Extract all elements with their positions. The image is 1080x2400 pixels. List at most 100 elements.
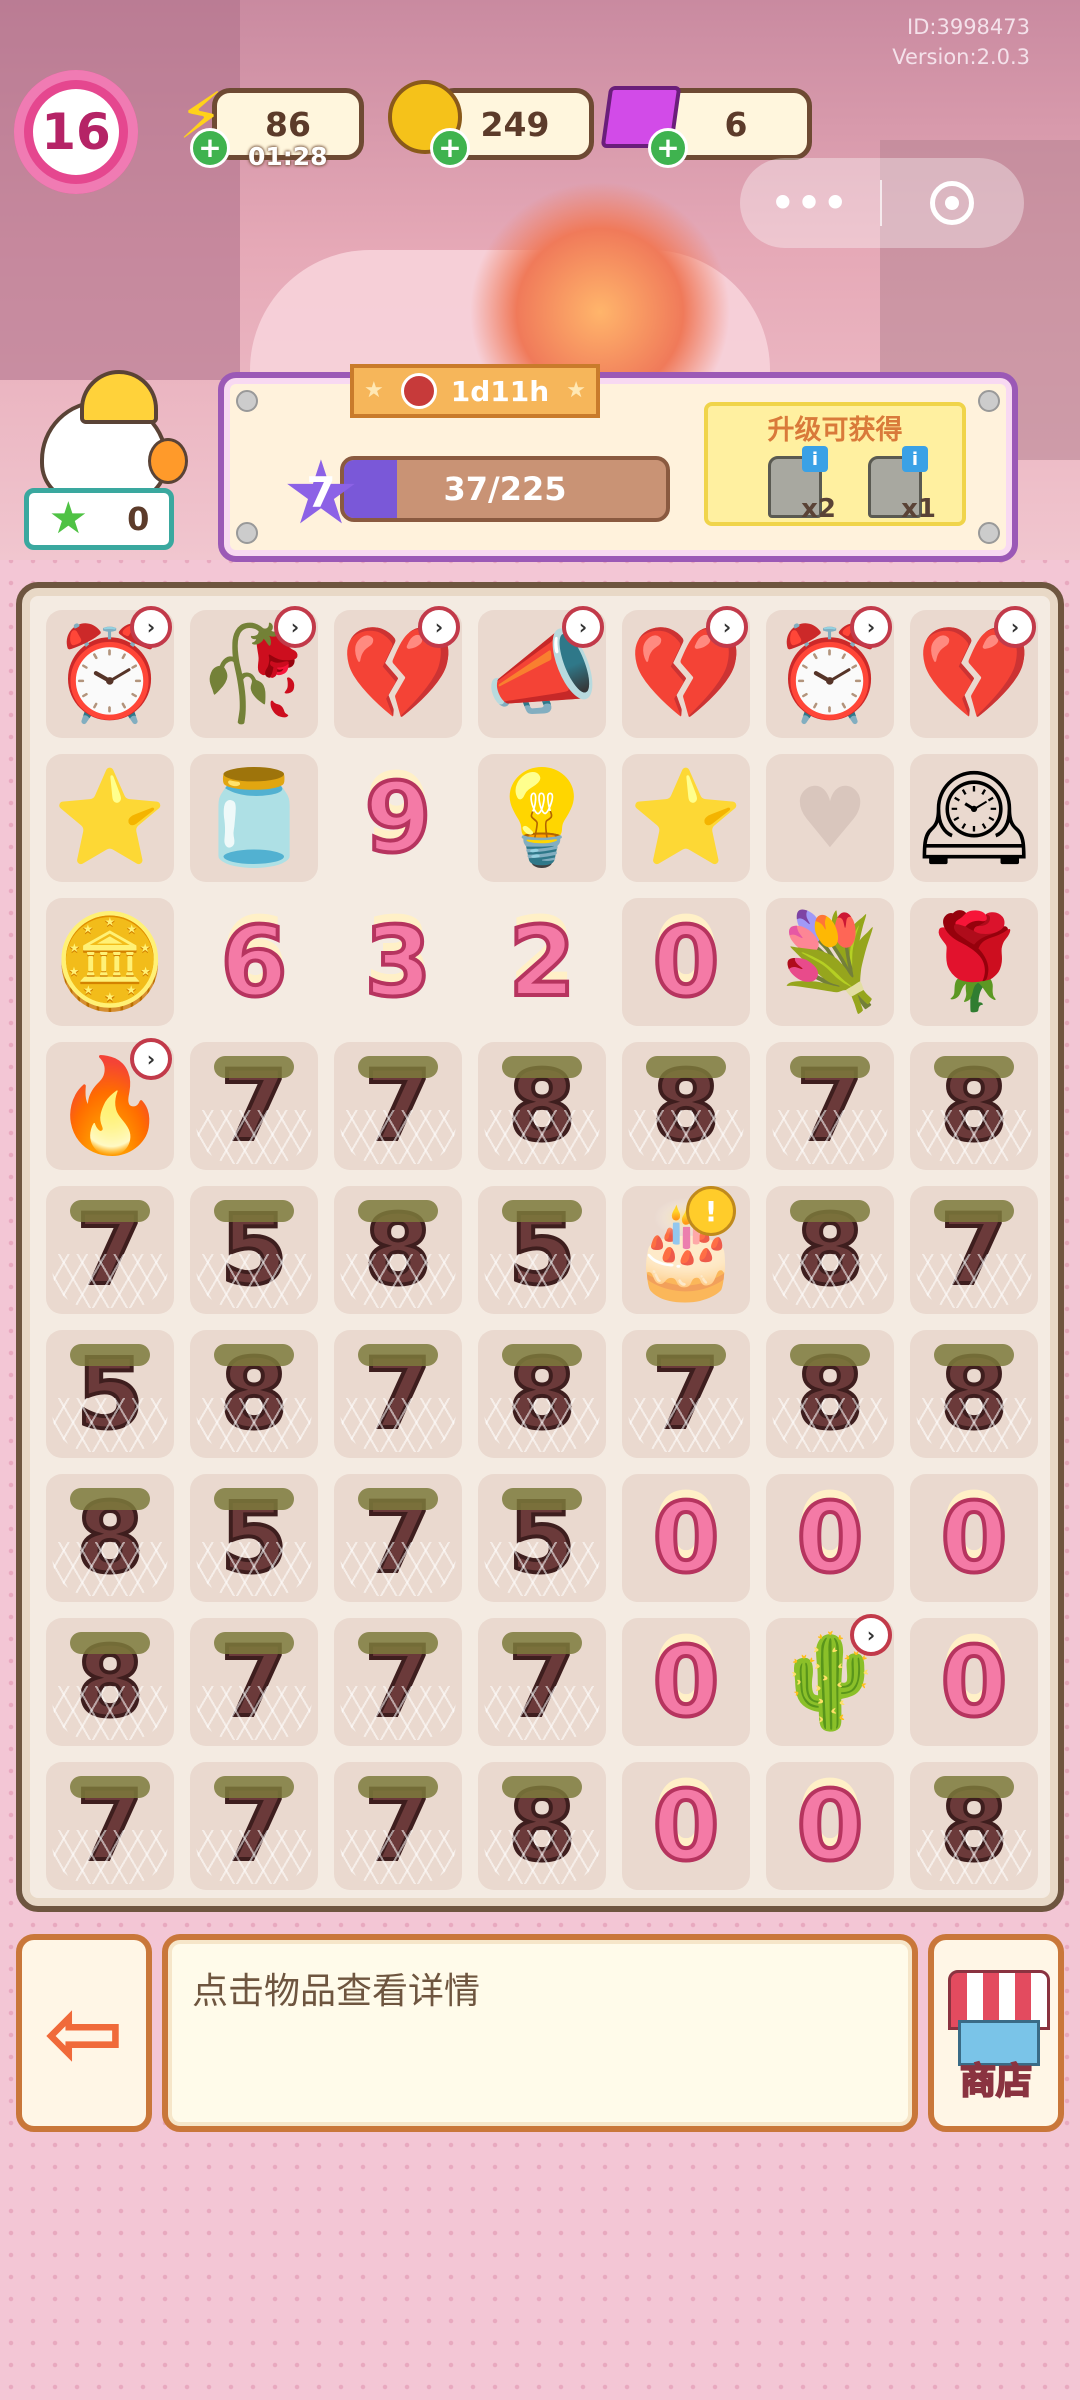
board-cell[interactable]: 8 xyxy=(478,1762,606,1890)
board-cell[interactable]: 7 xyxy=(190,1762,318,1890)
board-cell[interactable]: 8 xyxy=(766,1186,894,1314)
board-cell[interactable]: 2 xyxy=(478,898,606,1026)
board-cell[interactable]: ⏰ › xyxy=(46,606,174,738)
board-cell[interactable]: ⭐ xyxy=(46,754,174,882)
board-cell[interactable]: 7 xyxy=(190,1618,318,1746)
exit-arrow-icon: ⇦ xyxy=(43,1977,125,2089)
board-cell[interactable]: 8 xyxy=(46,1618,174,1746)
reward-item-1[interactable]: i x2 xyxy=(758,446,836,524)
board-cell[interactable]: 7 xyxy=(46,1186,174,1314)
add-gems-button[interactable]: + xyxy=(648,128,688,168)
board-cell[interactable]: 5 xyxy=(190,1474,318,1602)
cobweb-icon xyxy=(484,1398,600,1452)
board-cell[interactable]: 🪙 xyxy=(46,898,174,1026)
board-cell[interactable]: 💔 › xyxy=(910,606,1038,738)
board-cell[interactable]: 0 xyxy=(622,1474,750,1602)
more-button[interactable]: ••• xyxy=(740,181,880,225)
board-cell[interactable]: 8 xyxy=(910,1330,1038,1458)
cobweb-icon xyxy=(52,1542,168,1596)
board-cell[interactable]: 💔 › xyxy=(334,606,462,738)
board-cell[interactable]: 💔 › xyxy=(622,606,750,738)
board-cell[interactable]: 7 xyxy=(910,1186,1038,1314)
reward-preview[interactable]: 升级可获得 i x2 i x1 xyxy=(704,402,966,526)
board-cell[interactable]: 5 xyxy=(190,1186,318,1314)
board-cell[interactable]: 8 xyxy=(910,1762,1038,1890)
board-cell[interactable]: 💐 xyxy=(766,898,894,1026)
moss-overlay xyxy=(214,1344,294,1366)
board-cell[interactable]: 🫙 xyxy=(190,754,318,882)
board-cell[interactable]: ⭐ xyxy=(622,754,750,882)
board-cell[interactable]: 0 xyxy=(622,898,750,1026)
board-cell[interactable]: 8 xyxy=(46,1474,174,1602)
board-cell[interactable]: 🕰 xyxy=(910,754,1038,882)
alert-icon: ! xyxy=(686,1186,736,1236)
board-cell[interactable]: 0 xyxy=(910,1618,1038,1746)
green-star-icon: ★ xyxy=(48,493,89,544)
board-cell[interactable]: ♥ xyxy=(766,754,894,882)
board-cell[interactable]: 6 xyxy=(190,898,318,1026)
board-cell[interactable]: 7 xyxy=(622,1330,750,1458)
reward-count: x2 xyxy=(801,494,836,524)
star-counter[interactable]: ★ 0 xyxy=(24,488,174,550)
progress-text: 37/225 xyxy=(443,470,567,508)
board-cell[interactable]: 📣 › xyxy=(478,606,606,738)
board-cell[interactable]: 💡 xyxy=(478,754,606,882)
board-cell[interactable]: 8 xyxy=(622,1042,750,1170)
board-cell[interactable]: 9 xyxy=(334,754,462,882)
board-cell[interactable]: 7 xyxy=(478,1618,606,1746)
candle-number: 0 xyxy=(651,906,722,1018)
add-energy-button[interactable]: + xyxy=(190,128,230,168)
board-cell[interactable]: 5 xyxy=(478,1186,606,1314)
board-cell[interactable]: 7 xyxy=(334,1474,462,1602)
board-item-icon: ⭐ xyxy=(628,764,744,871)
board-cell[interactable]: 8 xyxy=(910,1042,1038,1170)
board-cell[interactable]: 3 xyxy=(334,898,462,1026)
board-cell[interactable]: 🔥 › xyxy=(46,1038,174,1170)
board-cell[interactable]: 0 xyxy=(766,1762,894,1890)
board-cell[interactable]: 0 xyxy=(622,1762,750,1890)
board-cell[interactable]: ⏰ › xyxy=(766,606,894,738)
board-cell[interactable]: 7 xyxy=(334,1618,462,1746)
duck-mascot[interactable] xyxy=(30,360,188,503)
board-cell[interactable]: 5 xyxy=(478,1474,606,1602)
board-cell[interactable]: 0 xyxy=(910,1474,1038,1602)
shop-button[interactable]: 商店 xyxy=(928,1934,1064,2132)
reward-item-2[interactable]: i x1 xyxy=(858,446,936,524)
player-level-badge[interactable]: 16 xyxy=(14,70,138,194)
cobweb-icon xyxy=(340,1830,456,1884)
energy-timer: 01:28 xyxy=(248,142,328,171)
board-item-icon: ⭐ xyxy=(52,764,168,871)
board-cell[interactable]: 7 xyxy=(46,1762,174,1890)
board-cell[interactable]: 🌹 xyxy=(910,898,1038,1026)
moss-overlay xyxy=(358,1632,438,1654)
board-cell[interactable]: 7 xyxy=(766,1042,894,1170)
board-cell[interactable]: 8 xyxy=(478,1042,606,1170)
board-cell[interactable]: 7 xyxy=(334,1762,462,1890)
board-item-icon: 🌹 xyxy=(916,908,1032,1015)
cobweb-icon xyxy=(772,1398,888,1452)
board-cell[interactable]: 7 xyxy=(334,1330,462,1458)
add-coins-button[interactable]: + xyxy=(430,128,470,168)
board-cell[interactable]: 🥀 › xyxy=(190,606,318,738)
exit-button[interactable]: ⇦ xyxy=(16,1934,152,2132)
board-cell[interactable]: 🌵 › xyxy=(766,1614,894,1746)
board-cell[interactable]: 🎂! xyxy=(622,1186,750,1314)
board-cell[interactable]: 8 xyxy=(334,1186,462,1314)
cobweb-icon xyxy=(196,1398,312,1452)
board-cell[interactable]: 0 xyxy=(622,1618,750,1746)
board-cell[interactable]: 0 xyxy=(766,1474,894,1602)
candle-number: 9 xyxy=(363,762,434,874)
board-cell[interactable]: 8 xyxy=(478,1330,606,1458)
board-cell[interactable]: 8 xyxy=(766,1330,894,1458)
info-icon[interactable]: i xyxy=(902,446,928,472)
cobweb-icon xyxy=(916,1830,1032,1884)
board-cell[interactable]: 7 xyxy=(190,1042,318,1170)
moss-overlay xyxy=(502,1632,582,1654)
candle-number: 0 xyxy=(795,1770,866,1882)
board-cell[interactable]: 5 xyxy=(46,1330,174,1458)
candle-number: 0 xyxy=(651,1770,722,1882)
board-cell[interactable]: 8 xyxy=(190,1330,318,1458)
board-cell[interactable]: 7 xyxy=(334,1042,462,1170)
close-button[interactable] xyxy=(882,181,1022,225)
info-icon[interactable]: i xyxy=(802,446,828,472)
